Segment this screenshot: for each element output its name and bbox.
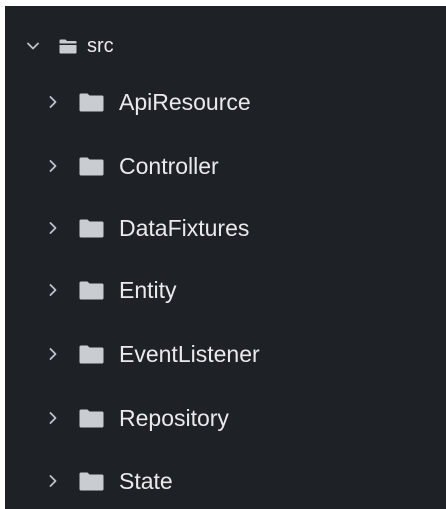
tree-item-label: Repository <box>119 404 229 431</box>
tree-item-repository[interactable]: Repository <box>5 396 446 440</box>
chevron-right-icon[interactable] <box>46 95 60 109</box>
tree-item-label: State <box>119 467 173 494</box>
folder-icon <box>79 93 104 112</box>
folder-icon <box>79 409 104 428</box>
chevron-right-icon[interactable] <box>46 159 60 173</box>
chevron-down-icon[interactable] <box>26 39 40 53</box>
tree-item-label: src <box>87 34 114 57</box>
folder-icon <box>79 157 104 176</box>
tree-item-datafixtures[interactable]: DataFixtures <box>5 206 446 250</box>
tree-item-label: ApiResource <box>119 88 251 115</box>
file-explorer-tree: src ApiResource Controller DataFixtures Ent… <box>5 6 446 509</box>
folder-icon <box>79 281 104 300</box>
tree-item-label: EventListener <box>119 340 260 367</box>
tree-item-apiresource[interactable]: ApiResource <box>5 80 446 124</box>
tree-item-label: DataFixtures <box>119 214 250 241</box>
chevron-right-icon[interactable] <box>46 474 60 488</box>
chevron-right-icon[interactable] <box>46 283 60 297</box>
chevron-right-icon[interactable] <box>46 411 60 425</box>
chevron-right-icon[interactable] <box>46 347 60 361</box>
folder-icon <box>79 345 104 364</box>
chevron-right-icon[interactable] <box>46 221 60 235</box>
tree-item-state[interactable]: State <box>5 459 446 503</box>
tree-item-entity[interactable]: Entity <box>5 268 446 312</box>
folder-open-icon <box>59 39 77 54</box>
tree-item-src[interactable]: src <box>5 24 446 68</box>
folder-icon <box>79 219 104 238</box>
folder-icon <box>79 472 104 491</box>
tree-item-eventlistener[interactable]: EventListener <box>5 332 446 376</box>
tree-item-label: Entity <box>119 276 177 303</box>
tree-item-label: Controller <box>119 152 219 179</box>
tree-item-controller[interactable]: Controller <box>5 144 446 188</box>
